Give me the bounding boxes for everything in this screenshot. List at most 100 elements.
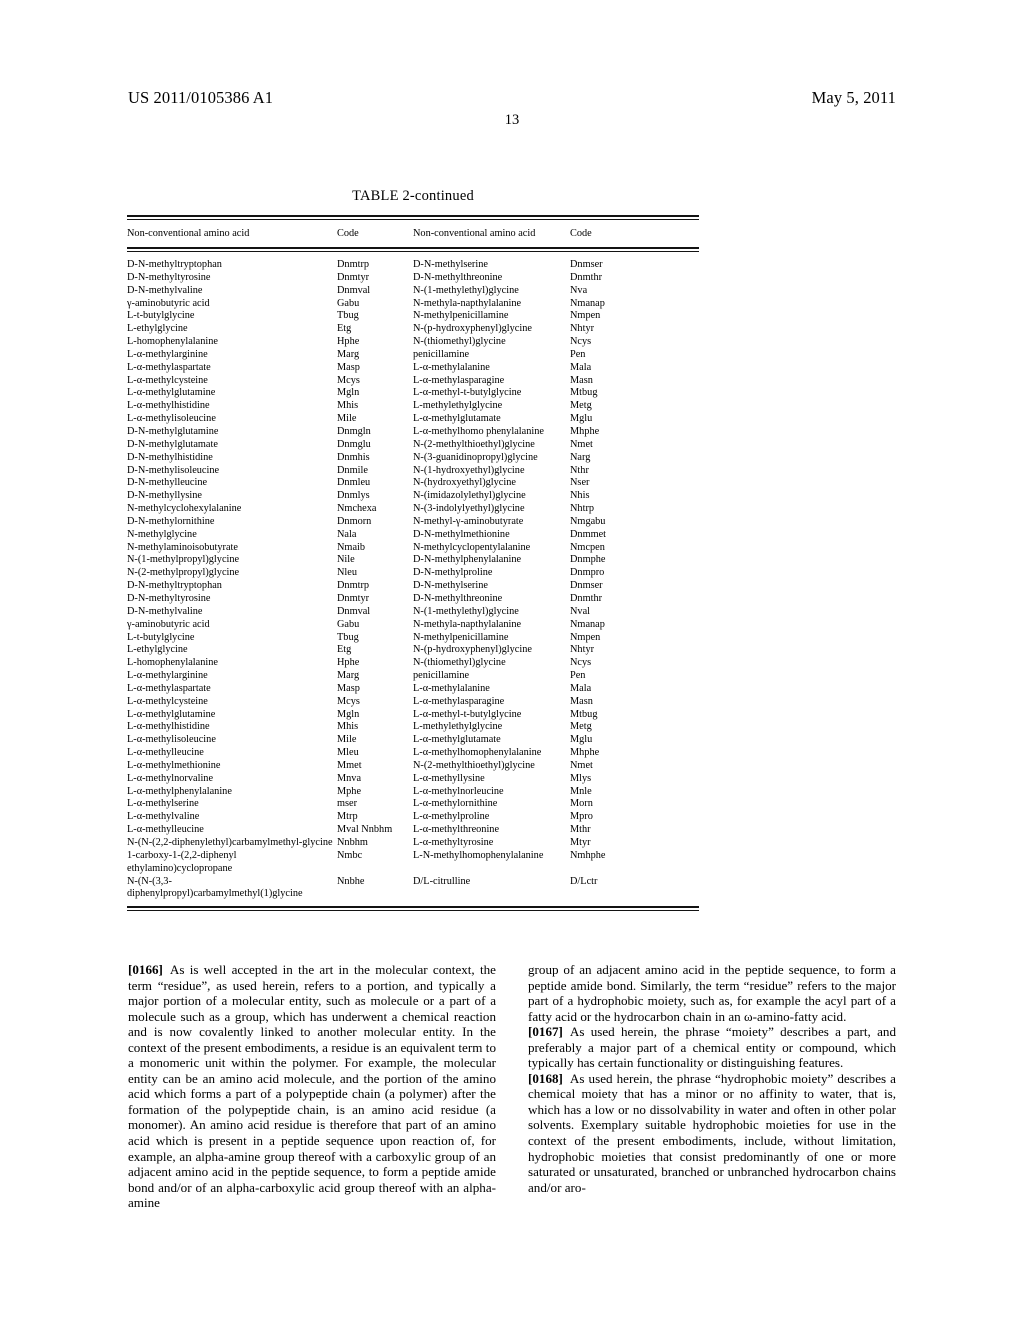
table-row: L-α-methylleucine Mval Nnbhm L-α-methylthr…	[127, 824, 699, 837]
cell-code-2: Dnmpro	[570, 567, 605, 579]
table-row: N-(N-(3,3-diphenylpropyl)carbamylmethyl(…	[127, 876, 699, 902]
cell-amino-acid-2: N-(1-hydroxyethyl)glycine	[413, 464, 525, 476]
cell-code-2: Mlys	[570, 772, 592, 784]
left-text-column: [0166] As is well accepted in the art in …	[128, 962, 496, 1211]
table-row: L-homophenylalanine Hphe N-(thiomethyl)gly…	[127, 657, 699, 670]
cell-amino-acid-2: N-(3-guanidinopropyl)glycine	[413, 451, 538, 463]
cell-amino-acid-1: D-N-methyltryptophan	[127, 580, 222, 592]
cell-amino-acid-1: D-N-methyltyrosine	[127, 271, 211, 283]
cell-code-2: Dnmmet	[570, 528, 607, 540]
table-row: L-α-methylisoleucine Mile L-α-methylglutam…	[127, 734, 699, 747]
cell-code-2: Ncys	[570, 657, 592, 669]
cell-amino-acid-2: L-α-methylalanine	[413, 361, 490, 373]
cell-amino-acid-2: N-(thiomethyl)glycine	[413, 336, 506, 348]
amino-acid-table-body: D-N-methyltryptophan Dnmtrp D-N-methylseri…	[127, 252, 699, 901]
cell-code-1: Dnmleu	[337, 477, 371, 489]
cell-code-1: Nmchexa	[337, 503, 377, 515]
cell-code-1: Mile	[337, 734, 357, 746]
cell-amino-acid-1: L-α-methylhistidine	[127, 721, 210, 733]
cell-code-1: Dnmhis	[337, 451, 370, 463]
page-number: 13	[504, 112, 520, 128]
cell-amino-acid-2: L-α-methylalanine	[413, 682, 490, 694]
cell-code-2: Nmanap	[570, 297, 605, 309]
cell-amino-acid-1: L-α-methylarginine	[127, 670, 208, 682]
cell-amino-acid-2: N-(2-methylthioethyl)glycine	[413, 759, 535, 771]
cell-amino-acid-2: N-(imidazolylethyl)glycine	[413, 490, 526, 502]
table-row: L-t-butylglycine Tbug N-methylpenicillamin…	[127, 310, 699, 323]
cell-amino-acid-1: L-α-methylhistidine	[127, 400, 210, 412]
cell-code-1: Mval Nnbhm	[337, 824, 393, 836]
table-row: L-α-methylarginine Marg penicillamine Pen	[127, 670, 699, 683]
cell-code-1: Masp	[337, 682, 360, 694]
cell-code-2: Nthr	[570, 464, 589, 476]
cell-code-1: Dnmtyr	[337, 592, 370, 604]
table-row: L-α-methylaspartate Masp L-α-methylalanine…	[127, 362, 699, 375]
cell-code-1: Dnmtyr	[337, 271, 370, 283]
cell-code-2: Mthr	[570, 824, 591, 836]
table-row: L-α-methylphenylalanine Mphe L-α-methylnor…	[127, 786, 699, 799]
cell-code-1: Hphe	[337, 657, 360, 669]
cell-code-2: Pen	[570, 670, 586, 682]
cell-amino-acid-1: L-α-methylvaline	[127, 811, 200, 823]
cell-amino-acid-1: 1-carboxy-1-(2,2-diphenyl ethylamino)cyc…	[127, 849, 237, 874]
cell-amino-acid-1: L-α-methylcysteine	[127, 695, 208, 707]
cell-amino-acid-2: N-(p-hydroxyphenyl)glycine	[413, 644, 532, 656]
cell-amino-acid-1: D-N-methylornithine	[127, 515, 215, 527]
cell-code-2: Nmpen	[570, 631, 601, 643]
cell-amino-acid-2: L-α-methylornithine	[413, 798, 498, 810]
cell-amino-acid-2: N-(3-indolylyethyl)glycine	[413, 503, 525, 515]
cell-code-2: Nmcpen	[570, 541, 605, 553]
cell-code-2: Nmgabu	[570, 515, 606, 527]
cell-code-1: Mgln	[337, 387, 360, 399]
cell-amino-acid-2: L-α-methyltyrosine	[413, 837, 494, 848]
cell-amino-acid-1: N-methylaminoisobutyrate	[127, 541, 238, 553]
cell-amino-acid-2: L-α-methylhomo phenylalanine	[413, 426, 544, 437]
cell-code-2: Nmet	[570, 438, 593, 450]
table-bottom-rule	[127, 906, 699, 911]
table-row: L-α-methylnorvaline Mnva L-α-methyllysine M…	[127, 773, 699, 786]
cell-code-2: Mtbug	[570, 387, 598, 399]
cell-code-2: Dnmser	[570, 259, 603, 271]
cell-code-2: Dnmthr	[570, 592, 603, 604]
cell-amino-acid-2: L-α-methylproline	[413, 811, 490, 823]
cell-code-2: Nhtrp	[570, 503, 595, 515]
cell-code-1: Dnmval	[337, 605, 371, 617]
cell-code-2: Mglu	[570, 734, 593, 746]
column-header-name-2: Non-conventional amino acid	[413, 227, 536, 239]
paragraph-text: As used herein, the phrase “moiety” desc…	[528, 1024, 896, 1071]
cell-code-2: Mtyr	[570, 837, 591, 848]
table-2-block: TABLE 2-continued Non-conventional amino…	[127, 188, 699, 911]
paragraph-text: As used herein, the phrase “hydrophobic …	[528, 1070, 896, 1195]
table-row: D-N-methylvaline Dnmval N-(1-methylethyl)g…	[127, 285, 699, 298]
table-row: N-(2-methylpropyl)glycine Nleu D-N-methylp…	[127, 567, 699, 580]
cell-amino-acid-1: D-N-methylglutamine	[127, 426, 219, 437]
table-row: D-N-methylglutamate Dnmglu N-(2-methylthio…	[127, 439, 699, 452]
cell-code-2: Dnmphe	[570, 554, 606, 566]
table-row: D-N-methylvaline Dnmval N-(1-methylethyl)g…	[127, 606, 699, 619]
cell-code-2: Mpro	[570, 811, 593, 823]
cell-amino-acid-2: L-α-methylglutamate	[413, 734, 501, 746]
cell-code-2: Masn	[570, 695, 593, 707]
paragraph: [0166] As is well accepted in the art in …	[128, 962, 496, 1211]
table-row: N-(1-methylpropyl)glycine Nile D-N-methylp…	[127, 554, 699, 567]
cell-code-2: Masn	[570, 374, 593, 386]
cell-code-2: Mnle	[570, 785, 592, 797]
table-row: D-N-methylhistidine Dnmhis N-(3-guanidinop…	[127, 452, 699, 465]
table-row: D-N-methyltryptophan Dnmtrp D-N-methylseri…	[127, 580, 699, 593]
cell-code-1: Mile	[337, 413, 357, 425]
table-row: L-ethylglycine Etg N-(p-hydroxyphenyl)glyc…	[127, 644, 699, 657]
cell-code-1: Etg	[337, 323, 352, 335]
cell-amino-acid-2: N-methylpenicillamine	[413, 310, 509, 322]
cell-amino-acid-2: D-N-methylserine	[413, 259, 488, 271]
cell-amino-acid-1: D-N-methylhistidine	[127, 451, 213, 463]
cell-amino-acid-1: N-methylcyclohexylalanine	[127, 503, 242, 515]
cell-amino-acid-2: penicillamine	[413, 670, 470, 682]
cell-amino-acid-2: N-(p-hydroxyphenyl)glycine	[413, 323, 532, 335]
page-running-head: US 2011/0105386 A1 May 5, 2011	[128, 88, 896, 110]
paragraph-text: group of an adjacent amino acid in the p…	[528, 962, 896, 1024]
cell-code-1: Masp	[337, 361, 360, 373]
cell-amino-acid-2: L-α-methyl-t-butylglycine	[413, 708, 522, 720]
paragraph: [0167] As used herein, the phrase “moiety…	[528, 1024, 896, 1071]
table-row: L-α-methylmethionine Mmet N-(2-methylthioe…	[127, 760, 699, 773]
cell-amino-acid-1: L-α-methylleucine	[127, 824, 204, 836]
